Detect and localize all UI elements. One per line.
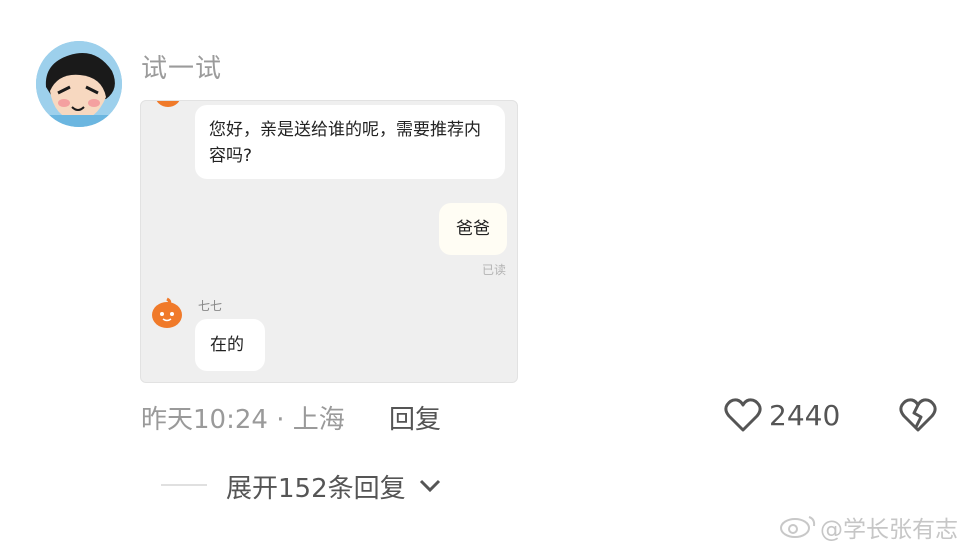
message-bubble: 爸爸 (439, 203, 507, 255)
watermark-text: @学长张有志 (820, 517, 958, 543)
weibo-logo-icon (780, 516, 816, 538)
agent-avatar-icon (156, 101, 180, 107)
chat-screenshot-image[interactable]: 您好，亲是送给谁的呢，需要推荐内容吗? 爸爸 已读 七七 在的 (140, 100, 518, 383)
expand-divider (161, 484, 207, 486)
message-bubble: 在的 (195, 319, 265, 371)
agent-avatar-icon (152, 297, 182, 328)
comment-time-location: 昨天10:24 · 上海 (141, 405, 345, 435)
like-count: 2440 (769, 399, 841, 432)
heart-icon[interactable] (724, 397, 762, 433)
commenter-username[interactable]: 试一试 (141, 48, 222, 85)
commenter-avatar[interactable] (36, 41, 122, 127)
expand-replies-button[interactable]: 展开152条回复 (226, 468, 406, 505)
reply-button[interactable]: 回复 (389, 399, 441, 436)
read-status-label: 已读 (482, 263, 507, 277)
agent-name: 七七 (198, 299, 223, 313)
chevron-down-icon[interactable] (418, 477, 442, 495)
broken-heart-icon[interactable] (898, 397, 938, 433)
message-bubble: 您好，亲是送给谁的呢，需要推荐内容吗? (195, 105, 505, 179)
